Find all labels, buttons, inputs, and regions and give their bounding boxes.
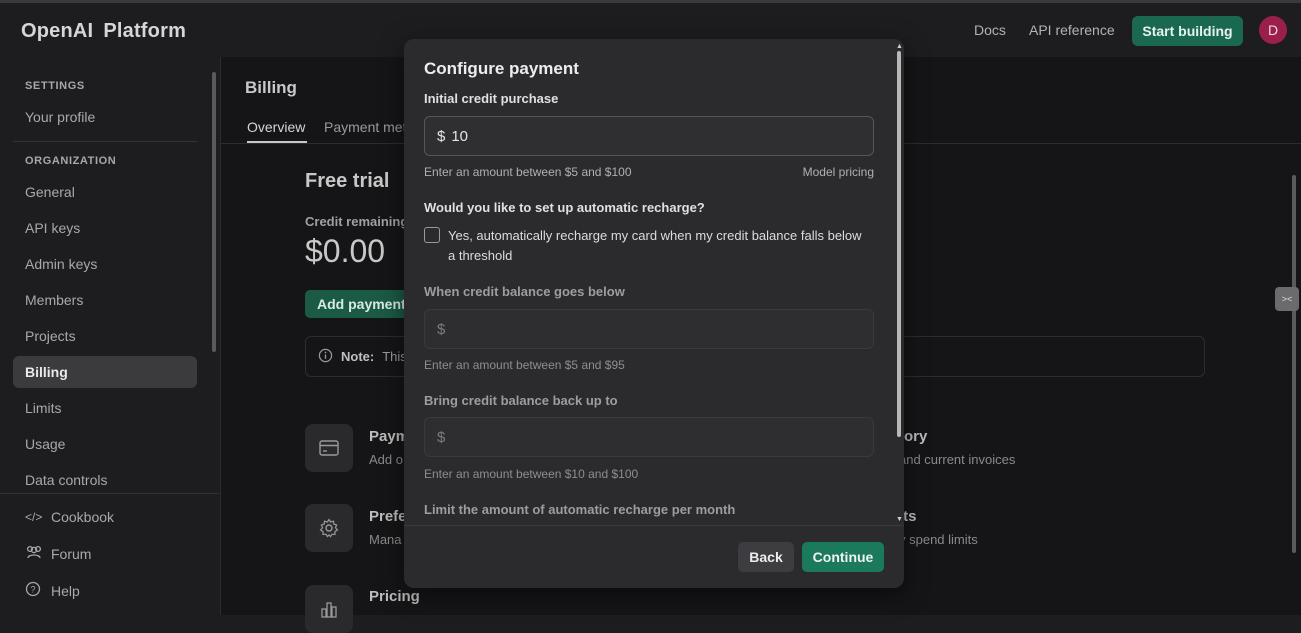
recharge-target-input[interactable]: $ (424, 417, 874, 457)
collapse-panel-icon[interactable]: >< (1275, 287, 1299, 311)
forum-link[interactable]: Forum (25, 545, 91, 562)
sidebar-item-api-keys[interactable]: API keys (13, 212, 197, 244)
auto-recharge-label[interactable]: Yes, automatically recharge my card when… (448, 226, 868, 266)
recharge-target-hint: Enter an amount between $10 and $100 (424, 467, 639, 481)
credit-value: $0.00 (305, 233, 386, 269)
info-icon (318, 348, 333, 366)
preferences-card-title[interactable]: Prefe (369, 508, 407, 525)
code-icon: </> (25, 510, 43, 524)
gear-icon[interactable] (305, 504, 353, 552)
plan-title: Free trial (305, 170, 390, 192)
sidebar-item-your-profile[interactable]: Your profile (13, 101, 197, 133)
sidebar-divider (13, 141, 197, 142)
sidebar-item-admin-keys[interactable]: Admin keys (13, 248, 197, 280)
usage-limits-card-sub: y spend limits (899, 532, 978, 547)
auto-recharge-checkbox[interactable] (424, 227, 440, 243)
billing-history-card-sub: and current invoices (899, 452, 1016, 467)
add-payment-button[interactable]: Add payment (305, 290, 415, 318)
avatar[interactable]: D (1259, 16, 1287, 44)
svg-text:?: ? (30, 585, 35, 595)
back-button[interactable]: Back (738, 542, 794, 572)
sidebar-item-limits[interactable]: Limits (13, 392, 197, 424)
threshold-label: When credit balance goes below (424, 284, 625, 299)
tab-payment-methods[interactable]: Payment met (324, 119, 406, 135)
credit-card-icon[interactable] (305, 424, 353, 472)
model-pricing-link[interactable]: Model pricing (803, 165, 874, 179)
settings-heading: SETTINGS (25, 80, 85, 92)
api-reference-link[interactable]: API reference (1029, 22, 1115, 38)
sidebar-item-data-controls[interactable]: Data controls (13, 464, 197, 496)
people-icon (25, 545, 43, 562)
cookbook-link[interactable]: </> Cookbook (25, 509, 114, 525)
sidebar-item-members[interactable]: Members (13, 284, 197, 316)
preferences-card-sub: Mana (369, 532, 402, 547)
currency-symbol: $ (437, 127, 446, 145)
sidebar: SETTINGS Your profile ORGANIZATION Gener… (0, 57, 219, 615)
organization-heading: ORGANIZATION (25, 155, 117, 167)
help-link[interactable]: ? Help (25, 581, 80, 600)
initial-credit-label: Initial credit purchase (424, 91, 559, 106)
currency-symbol: $ (437, 428, 446, 446)
help-icon: ? (25, 581, 43, 600)
continue-button[interactable]: Continue (802, 542, 884, 572)
sidebar-scrollbar[interactable] (209, 60, 219, 492)
sidebar-item-general[interactable]: General (13, 176, 197, 208)
start-building-button[interactable]: Start building (1132, 16, 1243, 46)
initial-credit-value: 10 (451, 127, 469, 145)
currency-symbol: $ (437, 320, 446, 338)
modal-scrollbar[interactable]: ▲ ▼ (894, 43, 904, 525)
threshold-input[interactable]: $ (424, 309, 874, 349)
sidebar-footer-divider (0, 493, 219, 494)
sidebar-item-billing[interactable]: Billing (13, 356, 197, 388)
main-scrollbar[interactable] (1288, 147, 1300, 559)
configure-payment-modal: Configure payment Initial credit purchas… (404, 39, 904, 588)
threshold-hint: Enter an amount between $5 and $95 (424, 358, 625, 372)
modal-footer-divider (404, 525, 904, 526)
payment-methods-card-sub: Add o (369, 452, 403, 467)
recharge-target-label: Bring credit balance back up to (424, 393, 618, 408)
scroll-up-icon[interactable]: ▲ (896, 43, 903, 50)
pricing-card-title[interactable]: Pricing (369, 588, 420, 605)
scroll-down-icon[interactable]: ▼ (896, 516, 903, 523)
monthly-limit-label: Limit the amount of automatic recharge p… (424, 502, 736, 517)
page-title: Billing (245, 78, 297, 97)
initial-credit-input[interactable]: $ 10 (424, 116, 874, 156)
tab-overview[interactable]: Overview (247, 119, 305, 135)
initial-credit-hint: Enter an amount between $5 and $100 (424, 165, 632, 179)
sidebar-item-usage[interactable]: Usage (13, 428, 197, 460)
docs-link[interactable]: Docs (974, 22, 1006, 38)
credit-label: Credit remaining (305, 214, 409, 229)
platform-logo[interactable]: OpenAI Platform (21, 20, 186, 43)
recharge-question: Would you like to set up automatic recha… (424, 200, 705, 215)
modal-title: Configure payment (424, 59, 579, 78)
sidebar-item-projects[interactable]: Projects (13, 320, 197, 352)
chart-icon[interactable] (305, 585, 353, 633)
